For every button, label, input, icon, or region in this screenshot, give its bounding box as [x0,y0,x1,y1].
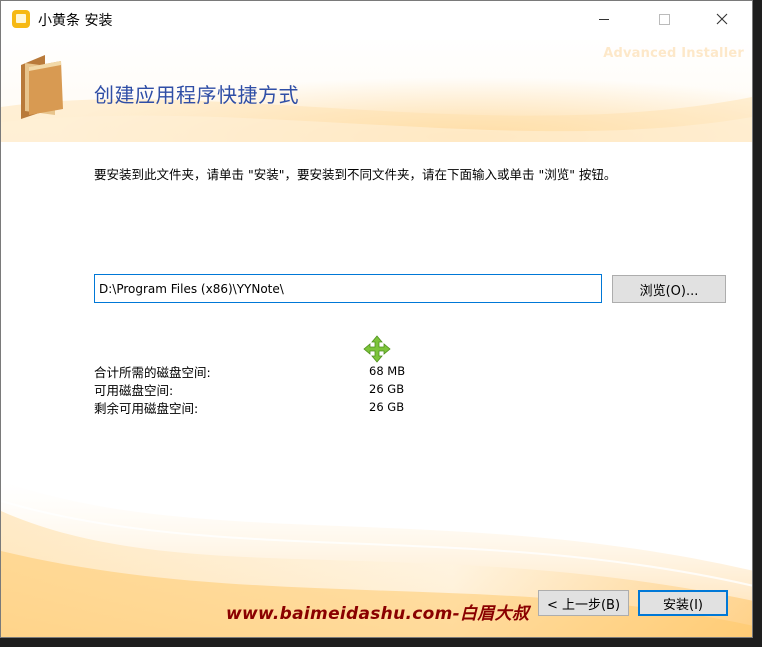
minimize-icon [599,18,609,20]
disk-label: 合计所需的磁盘空间: [94,365,211,380]
close-button[interactable] [699,1,745,37]
folder-icon [21,55,63,119]
window-title: 小黄条 安装 [38,13,113,29]
close-icon [716,13,728,25]
page-title: 创建应用程序快捷方式 [94,83,299,107]
disk-value: 26 GB [369,382,405,396]
disk-row-required: 合计所需的磁盘空间: 68 MB [94,362,494,380]
disk-space-table: 合计所需的磁盘空间: 68 MB 可用磁盘空间: 26 GB 剩余可用磁盘空间:… [94,362,494,416]
disk-value: 68 MB [369,364,406,378]
browse-button[interactable]: 浏览(O)... [612,275,726,303]
installer-window: 小黄条 安装 创建应用程序快捷方式 Advanced Installer 要安装… [0,0,753,638]
instruction-text: 要安装到此文件夹，请单击 "安装"，要安装到不同文件夹，请在下面输入或单击 "浏… [94,167,617,182]
app-sticky-note-icon [12,10,30,28]
install-button[interactable]: 安装(I) [638,590,728,616]
advanced-installer-brand: Advanced Installer [603,46,744,61]
disk-label: 剩余可用磁盘空间: [94,401,199,416]
disk-value: 26 GB [369,400,405,414]
back-button[interactable]: < 上一步(B) [538,590,629,616]
site-watermark: www.baimeidashu.com-白眉大叔 [226,604,530,624]
install-path-input[interactable] [94,274,602,303]
disk-label: 可用磁盘空间: [94,383,174,398]
maximize-button[interactable] [641,1,687,37]
move-arrows-icon [363,335,391,363]
minimize-button[interactable] [581,1,627,37]
disk-row-available: 可用磁盘空间: 26 GB [94,380,494,398]
disk-row-remaining: 剩余可用磁盘空间: 26 GB [94,398,494,416]
title-bar: 小黄条 安装 [1,1,752,37]
maximize-icon [658,13,670,25]
